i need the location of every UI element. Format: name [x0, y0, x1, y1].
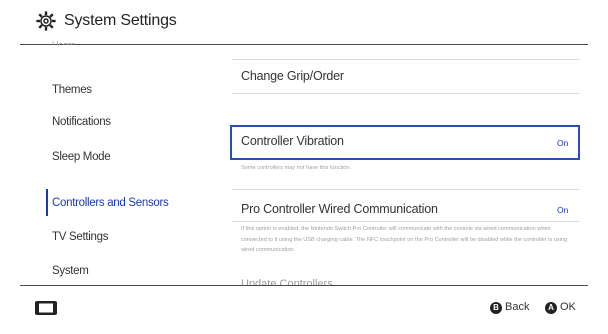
controller-vibration-value: On: [557, 138, 569, 148]
sidebar-item-themes[interactable]: Themes: [52, 84, 92, 96]
row-divider: [232, 93, 580, 94]
change-grip-order-row[interactable]: Change Grip/Order: [241, 69, 344, 83]
row-divider: [232, 221, 580, 222]
sidebar: Themes Notifications Sleep Mode Controll…: [0, 45, 200, 285]
ok-label: OK: [560, 301, 576, 313]
sidebar-item-notifications[interactable]: Notifications: [52, 116, 111, 128]
ok-button[interactable]: A OK: [545, 301, 585, 315]
sidebar-item-sleep-mode[interactable]: Sleep Mode: [52, 151, 111, 163]
back-label: Back: [505, 301, 530, 313]
row-divider: [232, 189, 580, 190]
selected-indicator: [46, 189, 48, 216]
pro-controller-wired-communication-value: On: [557, 205, 569, 215]
sidebar-item-system[interactable]: System: [52, 265, 89, 277]
row-divider: [232, 59, 580, 60]
controller-vibration-note: Some controllers may not have this funct…: [241, 165, 352, 171]
back-button[interactable]: B Back: [490, 301, 538, 315]
sidebar-item-controllers-and-sensors[interactable]: Controllers and Sensors: [52, 197, 169, 209]
console-icon: [35, 301, 57, 315]
sidebar-item-users-partial[interactable]: Users: [52, 40, 76, 45]
system-settings-screen: System Settings Themes Notifications Sle…: [0, 0, 608, 334]
pro-controller-wired-communication-row[interactable]: Pro Controller Wired Communication: [241, 202, 438, 216]
header: System Settings: [0, 0, 608, 45]
b-button-icon: B: [490, 302, 502, 314]
pro-controller-wired-communication-note: If this option is enabled, the Nintendo …: [241, 226, 568, 253]
page-title: System Settings: [64, 12, 177, 29]
sidebar-item-tv-settings[interactable]: TV Settings: [52, 231, 108, 243]
a-button-icon: A: [545, 302, 557, 314]
controller-vibration-label: Controller Vibration: [241, 134, 344, 148]
footer-divider: [20, 285, 588, 286]
gear-icon: [36, 11, 56, 31]
